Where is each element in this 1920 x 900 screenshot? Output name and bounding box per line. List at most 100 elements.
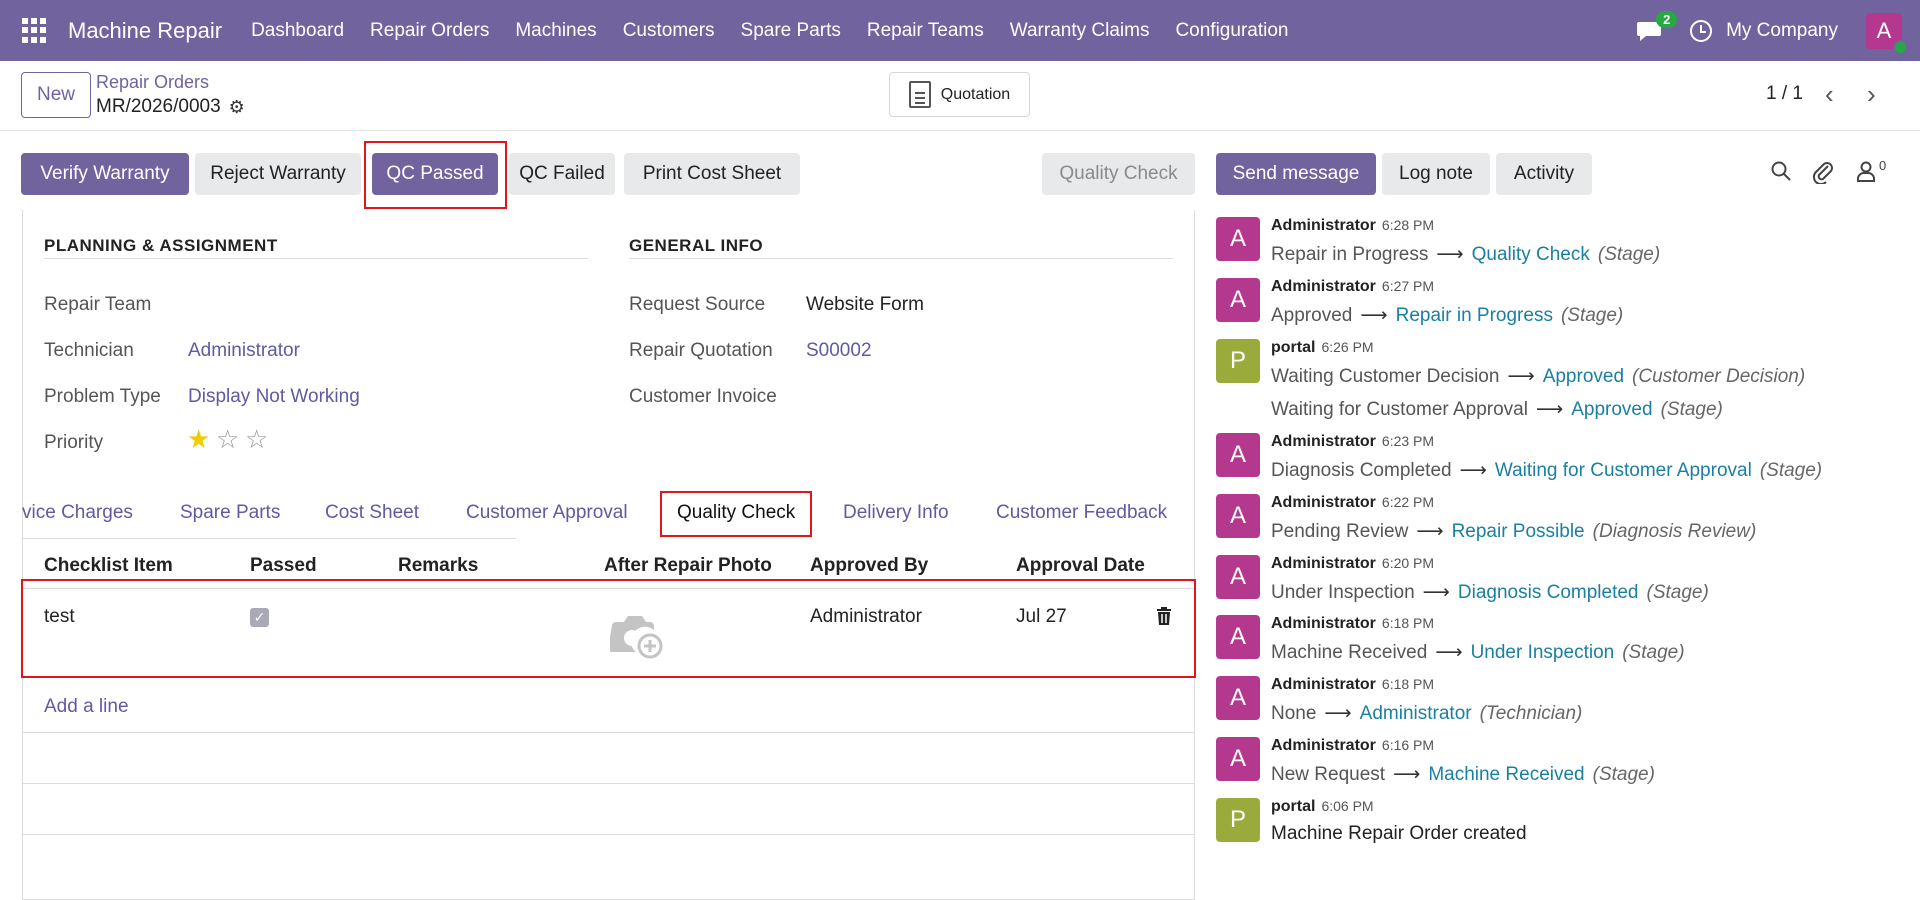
col-after-repair-photo[interactable]: After Repair Photo [604, 555, 772, 577]
log-note-button[interactable]: Log note [1382, 153, 1490, 195]
priority-star-1[interactable]: ★ [187, 424, 210, 455]
message-author: portal 6:26 PM [1271, 339, 1374, 357]
activity-clock-icon[interactable] [1690, 19, 1713, 42]
author-avatar[interactable]: A [1216, 615, 1260, 659]
apps-menu-icon[interactable] [22, 17, 48, 44]
author-avatar[interactable]: A [1216, 737, 1260, 781]
tab-service-charges[interactable]: vice Charges [22, 502, 133, 524]
paperclip-icon[interactable] [1812, 160, 1834, 190]
send-message-button[interactable]: Send message [1216, 153, 1376, 195]
col-approval-date[interactable]: Approval Date [1016, 555, 1145, 577]
new-value: Repair Possible [1451, 521, 1585, 542]
new-button[interactable]: New [21, 72, 91, 118]
section-divider [629, 258, 1173, 259]
tracking-change: Pending Review ⟶ Repair Possible (Diagnosis… [1271, 520, 1756, 543]
control-panel: New Repair Orders MR/2026/0003 ⚙ Quotati… [0, 61, 1920, 131]
nav-customers[interactable]: Customers [610, 20, 728, 42]
old-value: Repair in Progress [1271, 244, 1429, 265]
priority-star-3[interactable]: ☆ [245, 424, 268, 455]
author-name[interactable]: Administrator [1271, 615, 1376, 632]
activity-button[interactable]: Activity [1496, 153, 1592, 195]
author-avatar[interactable]: P [1216, 339, 1260, 383]
search-icon[interactable] [1770, 160, 1792, 188]
request-source-field[interactable]: Website Form [806, 294, 924, 316]
tracking-change: Approved ⟶ Repair in Progress (Stage) [1271, 304, 1623, 327]
message-time: 6:18 PM [1381, 676, 1435, 692]
technician-field[interactable]: Administrator [188, 340, 300, 362]
company-switcher[interactable]: My Company [1726, 20, 1838, 42]
nav-spare-parts[interactable]: Spare Parts [728, 20, 854, 42]
tab-underline [22, 538, 516, 539]
old-value: Pending Review [1271, 521, 1409, 542]
col-checklist-item[interactable]: Checklist Item [44, 555, 173, 577]
new-value: Administrator [1359, 703, 1472, 724]
author-name[interactable]: Administrator [1271, 555, 1376, 572]
arrow-right-icon: ⟶ [1422, 582, 1450, 603]
tracking-change: Diagnosis Completed ⟶ Waiting for Customer… [1271, 459, 1822, 482]
gear-icon[interactable]: ⚙ [229, 97, 245, 118]
tracking-change: Waiting Customer Decision ⟶ Approved (Custo… [1271, 365, 1805, 388]
user-avatar[interactable]: A [1866, 12, 1908, 55]
qc-failed-button[interactable]: QC Failed [509, 153, 615, 195]
add-line-link[interactable]: Add a line [44, 696, 129, 718]
author-avatar[interactable]: P [1216, 798, 1260, 842]
author-name[interactable]: Administrator [1271, 217, 1376, 234]
tracked-field: (Stage) [1660, 399, 1723, 420]
priority-star-2[interactable]: ☆ [216, 424, 239, 455]
app-brand[interactable]: Machine Repair [68, 18, 222, 44]
problem-type-field[interactable]: Display Not Working [188, 386, 360, 408]
tab-spare-parts[interactable]: Spare Parts [180, 502, 280, 524]
stage-status-quality-check: Quality Check [1042, 153, 1195, 195]
verify-warranty-button[interactable]: Verify Warranty [21, 153, 189, 195]
old-value: None [1271, 703, 1317, 724]
new-value: Diagnosis Completed [1457, 582, 1639, 603]
author-avatar[interactable]: A [1216, 555, 1260, 599]
author-name[interactable]: portal [1271, 339, 1315, 356]
nav-dashboard[interactable]: Dashboard [238, 20, 357, 42]
col-remarks[interactable]: Remarks [398, 555, 478, 577]
col-passed[interactable]: Passed [250, 555, 317, 577]
author-name[interactable]: Administrator [1271, 676, 1376, 693]
new-value: Waiting for Customer Approval [1494, 460, 1752, 481]
pager-value[interactable]: 1 / 1 [1766, 83, 1803, 105]
message-time: 6:06 PM [1321, 798, 1374, 814]
nav-configuration[interactable]: Configuration [1162, 20, 1301, 42]
author-name[interactable]: portal [1271, 798, 1315, 815]
author-avatar[interactable]: A [1216, 433, 1260, 477]
author-name[interactable]: Administrator [1271, 494, 1376, 511]
chevron-right-icon[interactable]: › [1867, 79, 1876, 110]
nav-machines[interactable]: Machines [502, 20, 609, 42]
arrow-right-icon: ⟶ [1435, 642, 1463, 663]
breadcrumb-repair-orders[interactable]: Repair Orders [96, 72, 209, 93]
chevron-left-icon[interactable]: ‹ [1825, 79, 1834, 110]
messages-icon[interactable]: 2 [1636, 10, 1678, 42]
tab-customer-feedback[interactable]: Customer Feedback [996, 502, 1167, 524]
author-avatar[interactable]: A [1216, 217, 1260, 261]
print-cost-sheet-button[interactable]: Print Cost Sheet [624, 153, 800, 195]
document-icon [908, 81, 931, 108]
online-status-dot [1893, 39, 1908, 55]
top-navbar: Machine Repair Dashboard Repair Orders M… [0, 0, 1920, 61]
quotation-smart-button[interactable]: Quotation [889, 72, 1030, 117]
message-author: Administrator 6:16 PM [1271, 737, 1434, 755]
author-name[interactable]: Administrator [1271, 737, 1376, 754]
author-avatar[interactable]: A [1216, 676, 1260, 720]
new-value: Repair in Progress [1395, 305, 1553, 326]
col-approved-by[interactable]: Approved By [810, 555, 928, 577]
author-avatar[interactable]: A [1216, 278, 1260, 322]
reject-warranty-button[interactable]: Reject Warranty [195, 153, 361, 195]
tab-delivery-info[interactable]: Delivery Info [843, 502, 949, 524]
author-avatar[interactable]: A [1216, 494, 1260, 538]
author-name[interactable]: Administrator [1271, 433, 1376, 450]
followers-icon[interactable] [1856, 160, 1876, 188]
author-name[interactable]: Administrator [1271, 278, 1376, 295]
repair-quotation-field[interactable]: S00002 [806, 340, 872, 362]
tab-cost-sheet[interactable]: Cost Sheet [325, 502, 419, 524]
nav-repair-orders[interactable]: Repair Orders [357, 20, 502, 42]
nav-repair-teams[interactable]: Repair Teams [854, 20, 997, 42]
tab-customer-approval[interactable]: Customer Approval [466, 502, 628, 524]
record-name: MR/2026/0003 [96, 96, 221, 117]
message-author: Administrator 6:18 PM [1271, 615, 1434, 633]
tracking-change: Repair in Progress ⟶ Quality Check (Stage) [1271, 243, 1660, 266]
nav-warranty-claims[interactable]: Warranty Claims [997, 20, 1163, 42]
